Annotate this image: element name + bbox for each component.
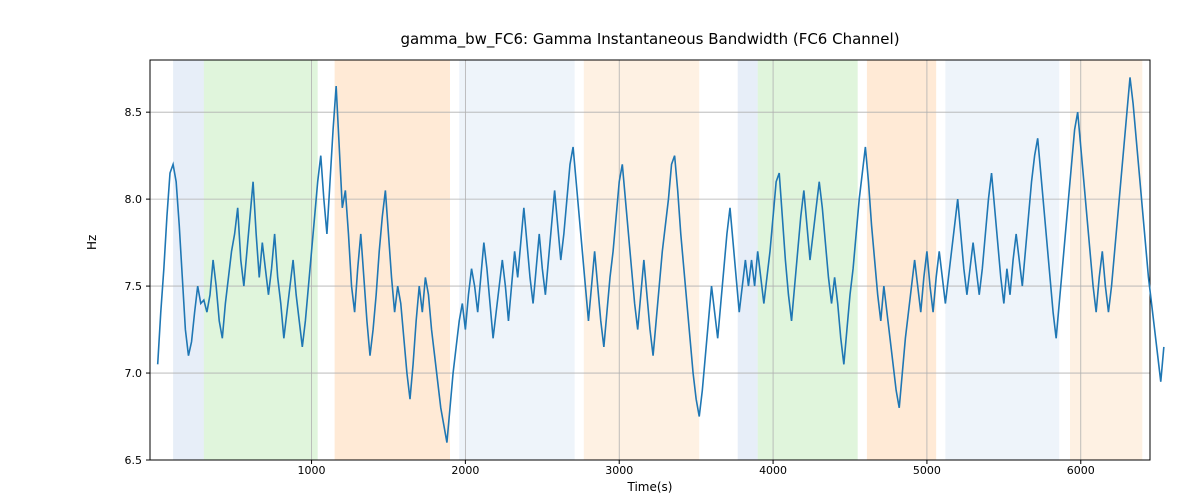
chart-area: 1000200030004000500060006.57.07.58.08.5	[150, 60, 1150, 460]
highlight-band	[738, 60, 758, 460]
highlight-band	[335, 60, 450, 460]
chart-title: gamma_bw_FC6: Gamma Instantaneous Bandwi…	[150, 30, 1150, 48]
y-tick-label: 8.0	[125, 193, 143, 206]
x-axis-label: Time(s)	[150, 480, 1150, 494]
y-axis-label: Hz	[85, 235, 99, 250]
y-tick-label: 7.0	[125, 367, 143, 380]
x-tick-label: 2000	[451, 464, 479, 477]
highlight-band	[459, 60, 574, 460]
x-tick-label: 1000	[298, 464, 326, 477]
y-tick-label: 7.5	[125, 280, 143, 293]
x-tick-label: 4000	[759, 464, 787, 477]
y-tick-label: 8.5	[125, 106, 143, 119]
highlight-band	[584, 60, 699, 460]
x-tick-label: 3000	[605, 464, 633, 477]
x-tick-label: 5000	[913, 464, 941, 477]
x-tick-label: 6000	[1067, 464, 1095, 477]
highlight-band	[173, 60, 204, 460]
y-tick-label: 6.5	[125, 454, 143, 467]
